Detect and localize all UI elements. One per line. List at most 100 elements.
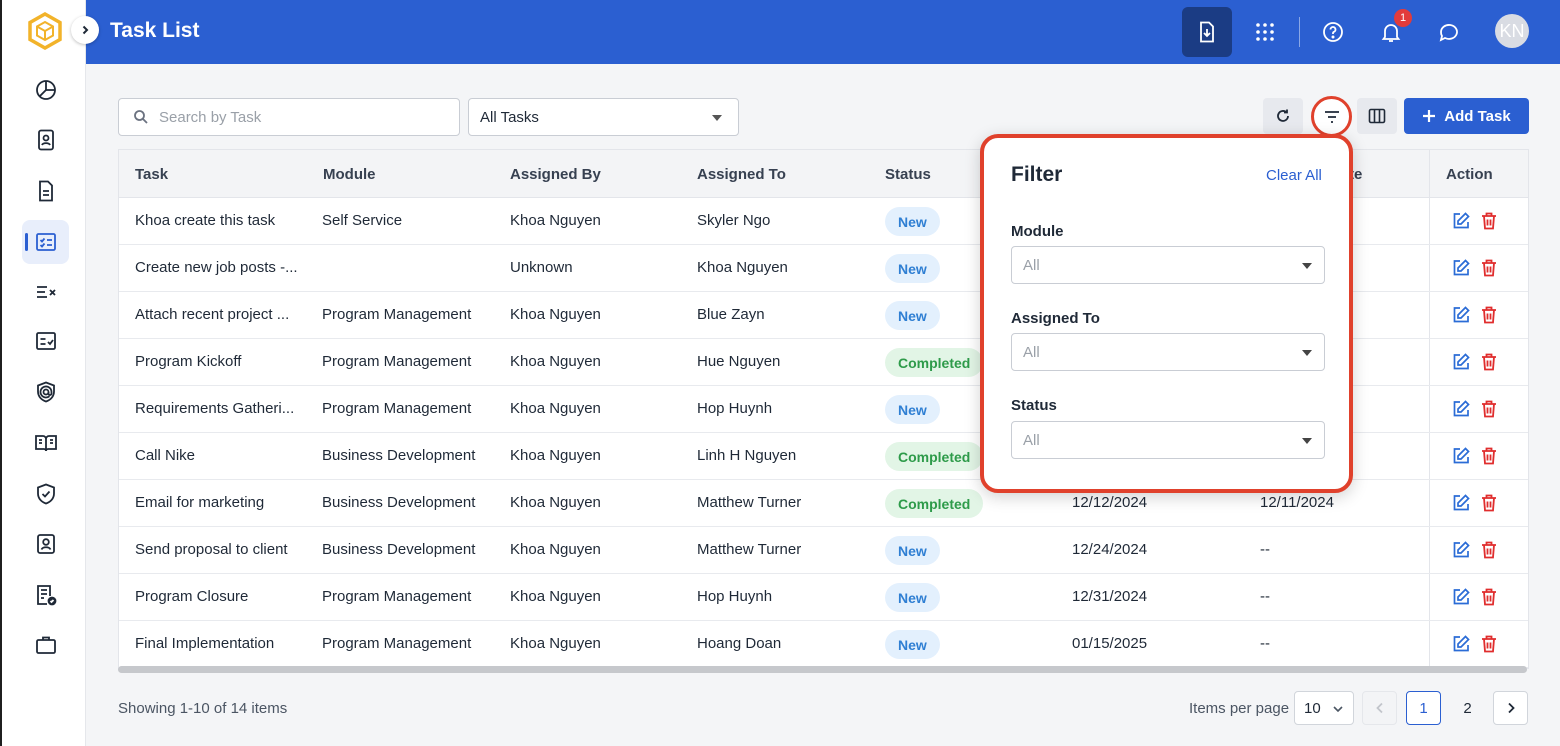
items-per-page-label: Items per page xyxy=(1189,700,1290,717)
horizontal-scrollbar[interactable] xyxy=(118,666,1527,673)
task-scope-select[interactable]: All Tasks xyxy=(468,98,739,136)
edit-task-button[interactable] xyxy=(1451,446,1471,466)
column-header-module[interactable]: Module xyxy=(323,166,376,183)
cell-module: Program Management xyxy=(322,353,472,370)
sidebar-item-profile[interactable] xyxy=(22,118,69,162)
cell-assigned-by: Khoa Nguyen xyxy=(510,588,601,605)
assigned-to-filter-select[interactable]: All xyxy=(1011,333,1325,371)
filter-button[interactable] xyxy=(1311,96,1352,137)
delete-task-button[interactable] xyxy=(1480,587,1500,607)
assigned-to-filter-value: All xyxy=(1023,343,1040,361)
page-2-button[interactable]: 2 xyxy=(1450,691,1485,725)
filter-panel: Filter Clear All Module All Assigned To … xyxy=(980,134,1353,493)
edit-task-button[interactable] xyxy=(1451,493,1471,513)
sidebar-item-reports[interactable] xyxy=(22,573,69,617)
edit-icon xyxy=(1453,306,1470,323)
previous-page-button[interactable] xyxy=(1362,691,1397,725)
edit-icon xyxy=(1453,635,1470,652)
delete-task-button[interactable] xyxy=(1480,399,1500,419)
edit-task-button[interactable] xyxy=(1451,634,1471,654)
help-icon xyxy=(1323,22,1343,42)
cell-task: Attach recent project ... xyxy=(135,306,290,323)
clear-all-button[interactable]: Clear All xyxy=(1266,167,1322,184)
status-filter-value: All xyxy=(1023,431,1040,449)
task-search-box[interactable] xyxy=(118,98,460,136)
table-row[interactable]: Program Closure Program Management Khoa Ng… xyxy=(119,574,1528,621)
cell-assigned-by: Khoa Nguyen xyxy=(510,353,601,370)
column-header-task[interactable]: Task xyxy=(135,166,168,183)
refresh-button[interactable] xyxy=(1263,98,1303,134)
status-badge: Completed xyxy=(885,442,984,471)
page-1-button[interactable]: 1 xyxy=(1406,691,1441,725)
items-per-page-select[interactable]: 10 xyxy=(1294,691,1354,725)
delete-task-button[interactable] xyxy=(1480,446,1500,466)
delete-task-button[interactable] xyxy=(1480,540,1500,560)
cell-assigned-by: Khoa Nguyen xyxy=(510,541,601,558)
columns-button[interactable] xyxy=(1357,98,1397,134)
chat-button[interactable] xyxy=(1424,7,1474,57)
delete-task-button[interactable] xyxy=(1480,352,1500,372)
shield-check-icon xyxy=(36,483,55,505)
top-bar: Task List 1 KN xyxy=(86,0,1560,64)
column-header-assigned-to[interactable]: Assigned To xyxy=(697,166,786,183)
trash-icon xyxy=(1482,306,1496,324)
delete-task-button[interactable] xyxy=(1480,305,1500,325)
delete-task-button[interactable] xyxy=(1480,634,1500,654)
trash-icon xyxy=(1482,447,1496,465)
edit-icon xyxy=(1453,353,1470,370)
sidebar-item-library[interactable] xyxy=(22,421,69,465)
delete-task-button[interactable] xyxy=(1480,211,1500,231)
sidebar-toggle-button[interactable] xyxy=(71,16,99,44)
apps-button[interactable] xyxy=(1240,7,1290,57)
table-row[interactable]: Final Implementation Program Management Kh… xyxy=(119,621,1528,668)
table-row[interactable]: Send proposal to client Business Developm… xyxy=(119,527,1528,574)
sidebar-item-checklist[interactable] xyxy=(22,270,69,314)
sidebar-item-tasks[interactable] xyxy=(22,220,69,264)
cell-task: Final Implementation xyxy=(135,635,275,652)
module-filter-value: All xyxy=(1023,256,1040,274)
edit-task-button[interactable] xyxy=(1451,211,1471,231)
column-header-status[interactable]: Status xyxy=(885,166,931,183)
filter-panel-title: Filter xyxy=(1011,163,1063,186)
edit-task-button[interactable] xyxy=(1451,352,1471,372)
task-scope-value: All Tasks xyxy=(480,108,539,126)
toolbar-divider xyxy=(1299,17,1300,47)
cell-completed-date: -- xyxy=(1260,588,1270,605)
cell-assigned-to: Linh H Nguyen xyxy=(697,447,797,464)
search-input[interactable] xyxy=(159,108,439,126)
status-badge: New xyxy=(885,207,940,236)
column-header-assigned-by[interactable]: Assigned By xyxy=(510,166,601,183)
status-filter-select[interactable]: All xyxy=(1011,421,1325,459)
cell-task: Program Closure xyxy=(135,588,249,605)
sidebar-item-security[interactable] xyxy=(22,370,69,414)
sidebar-item-documents[interactable] xyxy=(22,169,69,213)
user-avatar[interactable]: KN xyxy=(1495,14,1529,48)
sidebar-item-jobs[interactable] xyxy=(22,623,69,667)
cell-task: Email for marketing xyxy=(135,494,265,511)
cell-completed-date: -- xyxy=(1260,635,1270,652)
app-logo-icon[interactable] xyxy=(28,12,62,50)
edit-task-button[interactable] xyxy=(1451,305,1471,325)
help-button[interactable] xyxy=(1308,7,1358,57)
download-button[interactable] xyxy=(1182,7,1232,57)
delete-task-button[interactable] xyxy=(1480,493,1500,513)
delete-task-button[interactable] xyxy=(1480,258,1500,278)
sidebar-item-dashboard[interactable] xyxy=(22,68,69,112)
edit-task-button[interactable] xyxy=(1451,540,1471,560)
edit-icon xyxy=(1453,588,1470,605)
edit-task-button[interactable] xyxy=(1451,587,1471,607)
sidebar-item-compliance[interactable] xyxy=(22,472,69,516)
edit-task-button[interactable] xyxy=(1451,258,1471,278)
add-task-button[interactable]: Add Task xyxy=(1404,98,1529,134)
grid-dots-icon xyxy=(1256,23,1274,41)
status-badge: New xyxy=(885,254,940,283)
sidebar-item-contacts[interactable] xyxy=(22,522,69,566)
trash-icon xyxy=(1482,212,1496,230)
edit-task-button[interactable] xyxy=(1451,399,1471,419)
pagination-summary: Showing 1-10 of 14 items xyxy=(118,700,288,717)
next-page-button[interactable] xyxy=(1493,691,1528,725)
sidebar xyxy=(0,0,86,746)
cell-task: Program Kickoff xyxy=(135,353,242,370)
sidebar-item-approvals[interactable] xyxy=(22,319,69,363)
module-filter-select[interactable]: All xyxy=(1011,246,1325,284)
